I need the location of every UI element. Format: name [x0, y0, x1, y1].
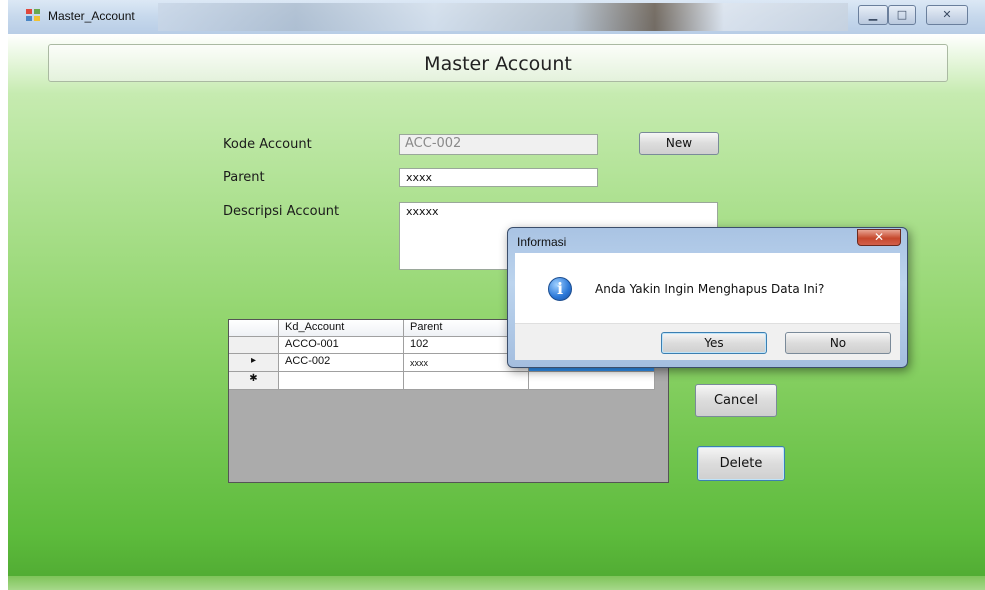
kode-account-field[interactable]: ACC-002 — [399, 134, 598, 155]
table-cell-parent-new[interactable] — [404, 372, 529, 390]
deskripsi-account-label: Descripsi Account — [223, 204, 340, 219]
bottom-strip — [8, 576, 985, 590]
dialog-close-button[interactable]: ✕ — [857, 229, 901, 246]
minimize-button[interactable]: ▁ — [858, 5, 888, 25]
delete-button[interactable]: Delete — [697, 446, 785, 481]
table-cell-kd-account[interactable]: ACC-002 — [279, 354, 404, 372]
no-button[interactable]: No — [785, 332, 891, 354]
parent-field[interactable]: xxxx — [399, 168, 598, 187]
main-window: Master_Account ▁ □ ✕ Master Account Kode… — [8, 0, 985, 590]
dialog-title: Informasi — [517, 235, 567, 249]
parent-label: Parent — [223, 170, 265, 185]
dialog-message: Anda Yakin Ingin Menghapus Data Ini? — [595, 282, 825, 296]
app-icon[interactable] — [26, 9, 42, 23]
maximize-button[interactable]: □ — [888, 5, 916, 25]
information-icon: i — [548, 277, 572, 301]
yes-button[interactable]: Yes — [661, 332, 767, 354]
confirm-dialog[interactable]: Informasi ✕ i Anda Yakin Ingin Menghapus… — [507, 227, 908, 368]
column-header-kd-account[interactable]: Kd_Account — [279, 320, 404, 337]
page-title: Master Account — [424, 53, 572, 75]
row-header-current-indicator[interactable]: ▸ — [229, 354, 279, 372]
header-panel: Master Account — [48, 44, 948, 82]
dialog-footer: Yes No — [515, 323, 900, 360]
window-title: Master_Account — [48, 9, 135, 23]
table-cell-kd-account[interactable]: ACCO-001 — [279, 337, 404, 354]
dialog-body: i Anda Yakin Ingin Menghapus Data Ini? — [515, 253, 900, 323]
cancel-button[interactable]: Cancel — [695, 384, 777, 417]
close-button[interactable]: ✕ — [926, 5, 968, 25]
new-button[interactable]: New — [639, 132, 719, 155]
table-cell-kd-account-new[interactable] — [279, 372, 404, 390]
row-header-new-row-indicator[interactable]: ✱ — [229, 372, 279, 390]
row-header[interactable] — [229, 337, 279, 354]
title-bar-background — [158, 3, 848, 31]
table-cell-deskripsi-new[interactable] — [529, 372, 655, 390]
kode-account-label: Kode Account — [223, 137, 312, 152]
grid-corner-cell[interactable] — [229, 320, 279, 337]
title-bar[interactable]: Master_Account ▁ □ ✕ — [8, 0, 985, 34]
